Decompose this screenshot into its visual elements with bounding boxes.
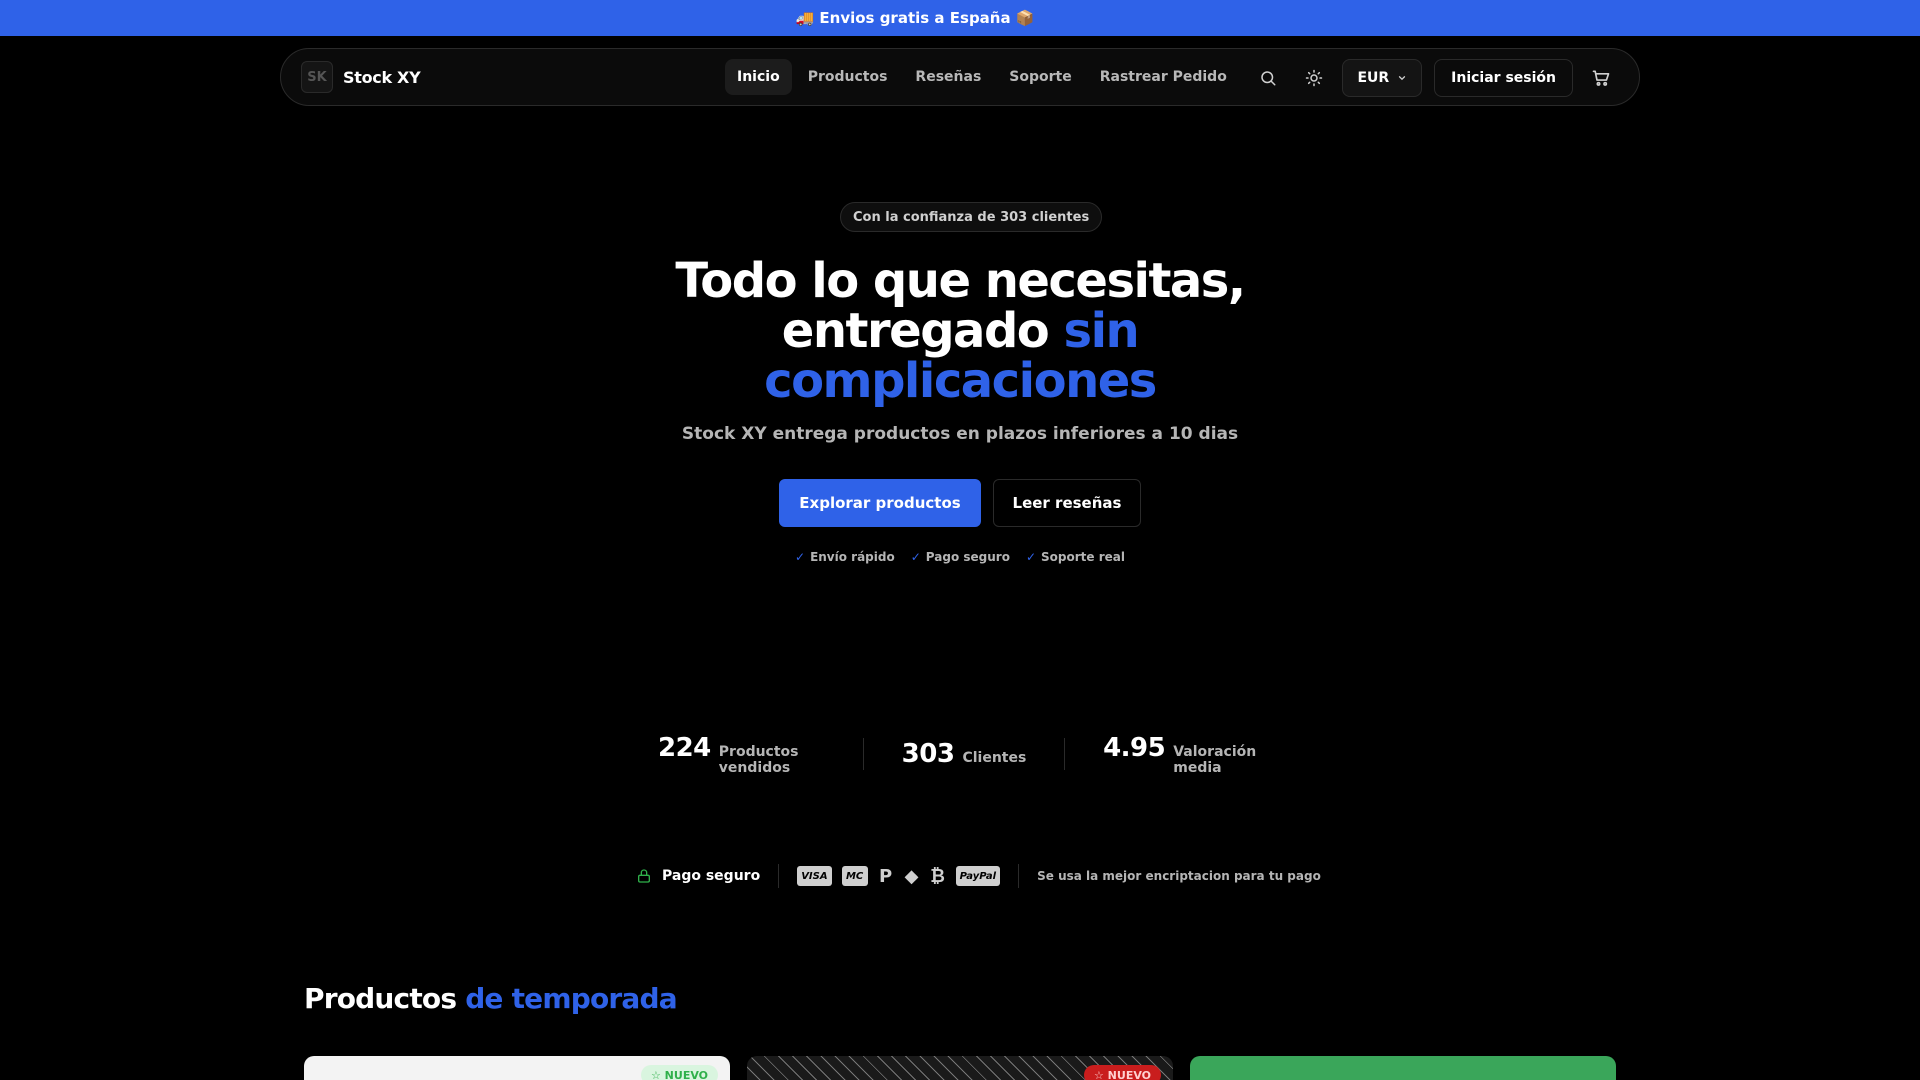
visa-icon: VISA xyxy=(797,866,832,886)
top-navbar: SK Stock XY Inicio Productos Reseñas Sop… xyxy=(280,48,1640,106)
hero-title-line1: Todo lo que necesitas, xyxy=(675,253,1246,309)
new-badge: ☆ NUEVO xyxy=(640,1065,718,1080)
login-button[interactable]: Iniciar sesión xyxy=(1434,59,1573,97)
perks-list: ✓ Envío rápido ✓ Pago seguro ✓ Soporte r… xyxy=(560,550,1360,564)
explore-products-button[interactable]: Explorar productos xyxy=(779,479,981,527)
stat-value: 303 xyxy=(901,739,955,769)
encryption-note: Se usa la mejor encriptacion para tu pag… xyxy=(1037,869,1321,883)
theme-toggle[interactable] xyxy=(1296,60,1332,96)
sun-icon xyxy=(1306,69,1323,87)
nav-link-resenas[interactable]: Reseñas xyxy=(903,59,993,95)
perk-item: ✓ Soporte real xyxy=(1026,550,1125,564)
secure-payment-label: Pago seguro xyxy=(636,867,760,885)
logo: SK xyxy=(301,61,333,93)
hero-title: Todo lo que necesitas, entregado sin com… xyxy=(560,256,1360,406)
cart-icon xyxy=(1592,70,1610,86)
stat-label: Productos vendidos xyxy=(718,743,799,776)
secure-payment-text: Pago seguro xyxy=(662,868,761,884)
ethereum-icon: ◆ xyxy=(904,865,919,887)
brand[interactable]: SK Stock XY xyxy=(301,61,421,93)
stat-label: Clientes xyxy=(962,750,1027,766)
search-button[interactable] xyxy=(1250,60,1286,96)
banner-text: 🚚 Envios gratis a España 📦 xyxy=(795,9,1035,27)
hero-title-accent-complicaciones: complicaciones xyxy=(764,353,1157,409)
cart-button[interactable] xyxy=(1583,60,1619,96)
payment-methods: VISA MC P ◆ ₿ PayPal xyxy=(797,865,1001,887)
stats-bar: 224 Productos vendidos 303 Clientes 4.95… xyxy=(620,733,1300,776)
product-card[interactable]: ☆ NUEVO xyxy=(747,1056,1173,1080)
nav-actions: EUR Iniciar sesión xyxy=(1250,59,1619,97)
check-icon: ✓ xyxy=(795,550,806,564)
perk-item: ✓ Envío rápido xyxy=(795,550,895,564)
stat-clients: 303 Clientes xyxy=(864,739,1065,769)
nav-link-soporte[interactable]: Soporte xyxy=(997,59,1083,95)
divider xyxy=(1018,864,1020,888)
trust-badge: Con la confianza de 303 clientes xyxy=(840,202,1103,232)
hero-title-accent-sin: sin xyxy=(1063,303,1140,359)
new-badge: ☆ NUEVO xyxy=(1083,1065,1161,1080)
perk-label: Envío rápido xyxy=(810,550,895,564)
currency-select[interactable]: EUR xyxy=(1342,59,1423,97)
check-icon: ✓ xyxy=(1025,550,1037,564)
nav-link-inicio[interactable]: Inicio xyxy=(725,59,792,95)
check-icon: ✓ xyxy=(910,550,921,564)
paypal-icon: PayPal xyxy=(955,866,1001,886)
stat-value: 4.95 xyxy=(1103,732,1166,763)
chevron-down-icon xyxy=(1399,76,1406,81)
section-title-accent: de temporada xyxy=(465,982,677,1015)
shipping-banner: 🚚 Envios gratis a España 📦 xyxy=(0,0,1920,36)
product-card[interactable] xyxy=(1190,1056,1616,1080)
stat-value: 224 xyxy=(658,732,711,763)
perk-item: ✓ Pago seguro xyxy=(911,550,1010,564)
mastercard-icon: MC xyxy=(841,866,868,886)
paypal-p-icon: P xyxy=(878,865,893,887)
currency-value: EUR xyxy=(1357,70,1390,86)
read-reviews-button[interactable]: Leer reseñas xyxy=(993,479,1141,527)
brand-name: Stock XY xyxy=(343,67,421,87)
hero-title-line2: entregado xyxy=(781,303,1050,359)
hero-subtitle: Stock XY entrega productos en plazos inf… xyxy=(681,424,1239,444)
stat-label: Valoración media xyxy=(1173,743,1257,776)
perk-label: Soporte real xyxy=(1041,550,1125,564)
secure-payment-strip: Pago seguro VISA MC P ◆ ₿ PayPal Se usa … xyxy=(636,862,1321,890)
stat-rating: 4.95 Valoración media xyxy=(1065,733,1300,776)
seasonal-products-title: Productos de temporada xyxy=(304,982,678,1015)
product-card[interactable]: ☆ NUEVO xyxy=(304,1056,730,1080)
lock-icon xyxy=(638,869,650,883)
bitcoin-icon: ₿ xyxy=(930,865,945,887)
search-icon xyxy=(1261,71,1276,86)
nav-links: Inicio Productos Reseñas Soporte Rastrea… xyxy=(725,59,1239,95)
perk-label: Pago seguro xyxy=(925,550,1010,564)
nav-link-rastrear-pedido[interactable]: Rastrear Pedido xyxy=(1088,59,1239,95)
section-title-main: Productos xyxy=(304,982,457,1015)
divider xyxy=(778,864,780,888)
stat-products-sold: 224 Productos vendidos xyxy=(620,733,863,776)
nav-link-productos[interactable]: Productos xyxy=(796,59,900,95)
